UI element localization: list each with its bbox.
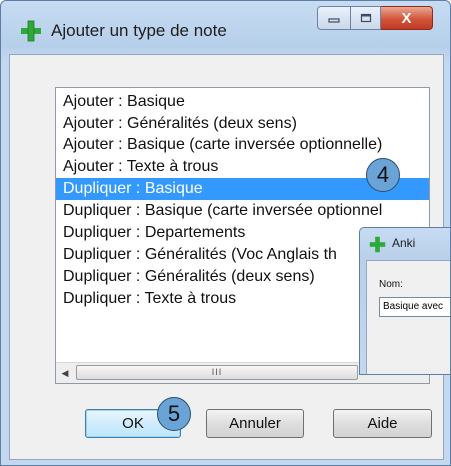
close-button[interactable]: X <box>381 6 433 30</box>
step-badge-5: 5 <box>157 397 191 431</box>
maximize-icon <box>360 13 371 23</box>
name-label: Nom: <box>379 279 403 290</box>
step-badge-4: 4 <box>366 158 400 192</box>
list-item[interactable]: Ajouter : Basique <box>56 91 429 113</box>
add-plus-icon <box>369 236 386 253</box>
minimize-icon <box>328 18 340 23</box>
cancel-button[interactable]: Annuler <box>206 409 304 438</box>
list-item[interactable]: Ajouter : Basique (carte inversée option… <box>56 134 429 156</box>
help-button[interactable]: Aide <box>333 409 432 438</box>
name-input[interactable]: Basique avec <box>379 297 450 317</box>
list-item[interactable]: Dupliquer : Basique (carte inversée opti… <box>56 200 429 222</box>
anki-dialog-title: Anki <box>392 236 416 250</box>
maximize-button[interactable] <box>351 6 381 30</box>
anki-name-dialog: Anki Nom: Basique avec <box>359 227 450 375</box>
window-title: Ajouter un type de note <box>51 21 227 40</box>
list-item[interactable]: Ajouter : Généralités (deux sens) <box>56 113 429 135</box>
close-icon: X <box>401 9 412 27</box>
anki-dialog-client: Nom: Basique avec <box>366 260 450 374</box>
add-plus-icon <box>21 20 41 42</box>
minimize-button[interactable] <box>317 6 351 30</box>
anki-scrollbar[interactable] <box>367 369 450 374</box>
add-note-type-window: Ajouter un type de note X Ajouter : Basi… <box>0 0 451 466</box>
scrollbar-thumb[interactable]: III <box>76 365 358 380</box>
scroll-left-icon[interactable]: ◀ <box>56 363 74 383</box>
title-bar[interactable]: Ajouter un type de note X <box>1 1 450 53</box>
window-controls: X <box>317 6 433 30</box>
